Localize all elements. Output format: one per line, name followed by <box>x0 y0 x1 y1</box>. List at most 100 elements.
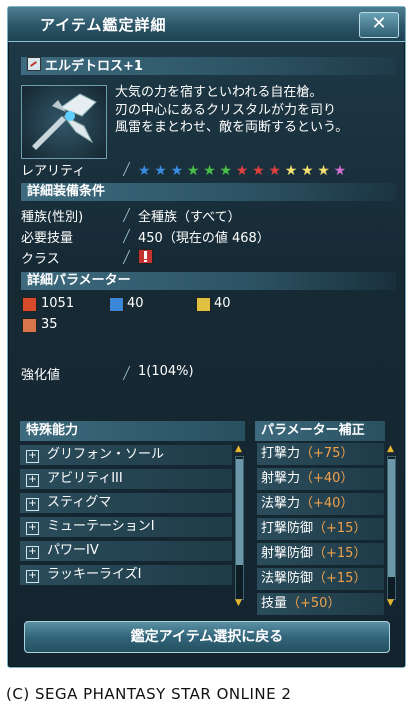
ability-name: パワーIV <box>47 543 99 558</box>
description-line: 風雷をまとわせ、敵を両断するという。 <box>115 120 349 135</box>
expand-icon[interactable]: + <box>26 498 39 511</box>
param-bonus-row: 法撃防御（+15） <box>257 568 384 590</box>
grind-label: 強化値 <box>21 368 61 383</box>
rarity-star-icon: ★ <box>235 163 249 179</box>
rarity-star-icon: ★ <box>284 163 298 179</box>
rarity-star-icon: ★ <box>333 163 347 179</box>
melee-attack-value: 1051 <box>41 296 75 311</box>
divider <box>122 229 131 243</box>
abilities-scrollbar[interactable] <box>235 456 244 600</box>
dexterity-value: 35 <box>41 317 58 332</box>
class-label: クラス <box>21 252 60 267</box>
param-bonus-header: パラメーター補正 <box>255 421 385 441</box>
rarity-star-icon: ★ <box>186 163 200 179</box>
expand-icon[interactable]: + <box>26 570 39 583</box>
rarity-star-icon: ★ <box>203 163 216 179</box>
special-abilities-header: 特殊能力 <box>20 421 245 441</box>
rarity-star-icon: ★ <box>252 163 265 179</box>
ability-item[interactable]: + ミューテーションI <box>20 517 232 537</box>
scrollbar-thumb[interactable] <box>388 459 395 577</box>
param-bonus-name: 技量 <box>261 596 288 611</box>
description-line: 刃の中心にあるクリスタルが力を司り <box>115 102 337 118</box>
param-bonus-value: （+40） <box>300 471 354 486</box>
description-line: 大気の力を宿すといわれる自在槍。 <box>115 85 323 100</box>
requirements-header: 詳細装備条件 <box>21 183 396 201</box>
expand-icon[interactable]: + <box>26 450 39 463</box>
param-bonus-name: 射撃防御 <box>261 546 314 561</box>
ability-name: ラッキーライズI <box>47 567 142 582</box>
divider <box>122 208 131 222</box>
dexterity-icon <box>22 318 37 333</box>
scroll-down-icon[interactable]: ▼ <box>387 599 394 608</box>
rarity-star-icon: ★ <box>219 163 233 179</box>
window-title: アイテム鑑定詳細 <box>40 16 167 34</box>
ability-item[interactable]: + スティグマ <box>20 493 232 513</box>
required-skill-value: 450（現在の値 468） <box>138 231 270 246</box>
rarity-star-icon: ★ <box>317 163 330 179</box>
partisan-weapon-icon <box>27 57 41 71</box>
title-bar: アイテム鑑定詳細 ✕ <box>8 7 405 42</box>
race-gender-value: 全種族（すべて） <box>138 210 241 225</box>
weapon-image <box>32 93 97 150</box>
param-bonus-value: （+40） <box>300 496 354 511</box>
rarity-label: レアリティ <box>21 164 86 179</box>
scroll-down-icon[interactable]: ▼ <box>235 599 242 608</box>
param-bonus-row: 射撃防御（+15） <box>257 543 384 565</box>
param-bonus-value: （+50） <box>287 596 341 611</box>
item-appraisal-window: アイテム鑑定詳細 ✕ エルデトロス+1 大気の力を宿すといわれる自在槍。 刃の中… <box>7 6 406 668</box>
param-bonus-value: （+15） <box>313 521 367 536</box>
divider <box>122 162 131 176</box>
scrollbar-thumb[interactable] <box>236 459 243 565</box>
required-skill-label: 必要技量 <box>21 231 74 246</box>
param-bonus-value: （+15） <box>313 571 367 586</box>
close-button[interactable]: ✕ <box>359 12 399 38</box>
rarity-star-icon: ★ <box>154 163 167 179</box>
race-gender-label: 種族(性別) <box>21 210 84 225</box>
technique-attack-value: 40 <box>214 296 231 311</box>
scroll-up-icon[interactable]: ▲ <box>387 445 394 454</box>
param-bonus-row: 打撃防御（+15） <box>257 518 384 540</box>
param-bonus-name: 打撃防御 <box>261 521 314 536</box>
ranged-attack-icon <box>109 297 124 312</box>
expand-icon[interactable]: + <box>26 522 39 535</box>
item-thumbnail <box>21 85 107 159</box>
param-bonus-value: （+15） <box>313 546 367 561</box>
rarity-star-icon: ★ <box>268 163 281 179</box>
ranged-attack-value: 40 <box>127 296 144 311</box>
param-bonus-row: 法撃力（+40） <box>257 493 384 515</box>
parameters-header: 詳細パラメーター <box>21 272 396 290</box>
melee-attack-icon <box>22 297 37 312</box>
param-bonus-row: 射撃力（+40） <box>257 468 384 490</box>
rarity-star-icon: ★ <box>301 163 314 179</box>
grind-value: 1(104%) <box>138 364 194 379</box>
param-bonus-row: 打撃力（+75） <box>257 443 384 465</box>
scroll-up-icon[interactable]: ▲ <box>235 445 242 454</box>
item-description: 大気の力を宿すといわれる自在槍。 刃の中心にあるクリスタルが力を司り 風雷をまと… <box>115 84 400 137</box>
expand-icon[interactable]: + <box>26 474 39 487</box>
rarity-star-icon: ★ <box>170 163 184 179</box>
ability-name: ミューテーションI <box>47 519 155 534</box>
divider <box>122 250 131 264</box>
class-hunter-icon <box>138 249 153 264</box>
expand-icon[interactable]: + <box>26 546 39 559</box>
item-name: エルデトロス+1 <box>45 59 143 74</box>
param-bonus-name: 法撃力 <box>261 496 301 511</box>
ability-name: グリフォン・ソール <box>47 447 165 462</box>
param-bonus-name: 法撃防御 <box>261 571 314 586</box>
divider <box>122 366 131 380</box>
param-bonus-row: 技量（+50） <box>257 593 384 615</box>
param-bonus-value: （+75） <box>300 446 354 461</box>
param-bonus-name: 射撃力 <box>261 471 301 486</box>
ability-item[interactable]: + グリフォン・ソール <box>20 445 232 465</box>
ability-item[interactable]: + アビリティIII <box>20 469 232 489</box>
ability-name: アビリティIII <box>47 471 123 486</box>
param-bonus-name: 打撃力 <box>261 446 301 461</box>
param-scrollbar[interactable] <box>387 456 396 600</box>
ability-name: スティグマ <box>47 495 112 510</box>
item-name-header: エルデトロス+1 <box>21 57 396 75</box>
copyright-text: (C) SEGA PHANTASY STAR ONLINE 2 <box>6 685 292 703</box>
ability-item[interactable]: + パワーIV <box>20 541 232 561</box>
back-to-selection-button[interactable]: 鑑定アイテム選択に戻る <box>24 621 390 653</box>
rarity-star-icon: ★ <box>138 163 151 179</box>
ability-item[interactable]: + ラッキーライズI <box>20 565 232 585</box>
